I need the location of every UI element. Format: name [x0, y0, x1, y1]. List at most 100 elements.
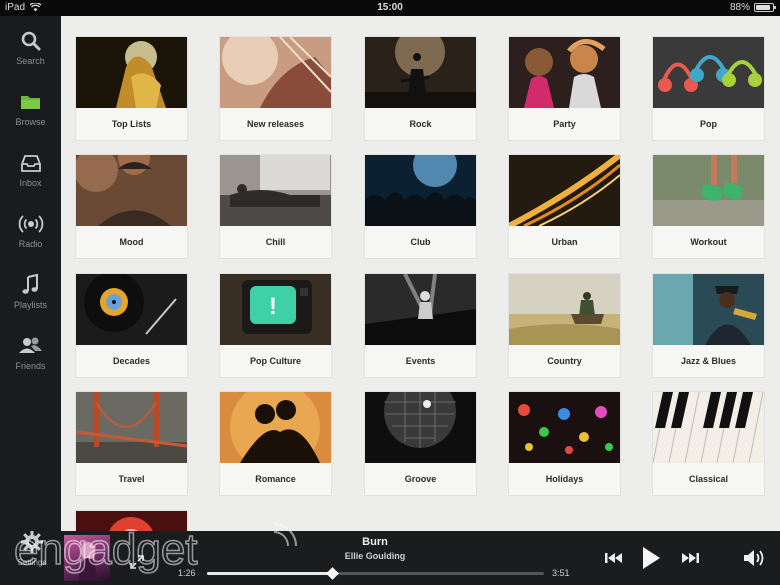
category-image [365, 392, 476, 463]
category-image [365, 155, 476, 226]
player-bar: Burn Ellie Goulding 1:26 3:51 [0, 531, 780, 585]
category-tile-chill[interactable]: Chill [220, 155, 331, 258]
category-tile-new-releases[interactable]: New releases [220, 37, 331, 140]
sidebar-item-playlists[interactable]: Playlists [0, 272, 61, 328]
category-label: Rock [409, 119, 432, 129]
category-image [76, 511, 187, 531]
category-tile-top-lists[interactable]: Top Lists [76, 37, 187, 140]
category-tile-workout[interactable]: Workout [653, 155, 764, 258]
friends-icon [18, 337, 42, 353]
category-image [365, 274, 476, 345]
battery-icon [754, 3, 776, 12]
category-tile-travel[interactable]: Travel [76, 392, 187, 495]
sidebar: Search Browse Inbox Radio Playlists Frie… [0, 16, 61, 531]
category-tile-party[interactable]: Party [509, 37, 620, 140]
category-image [509, 392, 620, 463]
browse-grid: Top Lists New releases Rock Party Pop Mood Chi… [61, 16, 780, 531]
category-label: Jazz & Blues [680, 356, 737, 366]
category-image [509, 274, 620, 345]
track-artist[interactable]: Ellie Goulding [260, 551, 490, 561]
sidebar-item-browse[interactable]: Browse [0, 89, 61, 145]
category-tile-holidays[interactable]: Holidays [509, 392, 620, 495]
category-tile-mood[interactable]: Mood [76, 155, 187, 258]
category-label: Top Lists [111, 119, 152, 129]
category-label: Chill [265, 237, 286, 247]
category-tile-events[interactable]: Events [365, 274, 476, 377]
category-image [76, 37, 187, 108]
previous-button[interactable] [604, 550, 624, 566]
progress-fill [207, 572, 332, 575]
progress-slider[interactable] [207, 567, 544, 580]
category-image [76, 392, 187, 463]
category-label: Workout [690, 237, 727, 247]
total-time: 3:51 [552, 568, 570, 578]
category-label: Groove [404, 474, 437, 484]
category-image [509, 37, 620, 108]
category-tile-decades[interactable]: Decades [76, 274, 187, 377]
category-tile-partial[interactable] [76, 511, 187, 531]
category-tile-groove[interactable]: Groove [365, 392, 476, 495]
category-label: Mood [119, 237, 144, 247]
category-label: Romance [255, 474, 296, 484]
sidebar-item-friends[interactable]: Friends [0, 333, 61, 389]
album-art-image [78, 541, 98, 581]
sidebar-item-label: Search [16, 56, 45, 66]
category-label: Pop Culture [250, 356, 301, 366]
category-tile-pop[interactable]: Pop [653, 37, 764, 140]
sidebar-item-inbox[interactable]: Inbox [0, 150, 61, 206]
category-image [220, 392, 331, 463]
category-label: Pop [700, 119, 717, 129]
sidebar-item-label: Playlists [13, 300, 47, 310]
category-image [220, 155, 331, 226]
status-time: 15:00 [377, 2, 403, 13]
category-tile-pop-culture[interactable]: ! Pop Culture [220, 274, 331, 377]
next-button[interactable] [680, 550, 700, 566]
sidebar-item-label: Radio [18, 239, 43, 249]
category-tile-country[interactable]: Country [509, 274, 620, 377]
progress-knob[interactable] [325, 567, 339, 580]
category-label: Decades [112, 356, 151, 366]
battery-percent: 88% [729, 2, 750, 13]
track-title: Burn [362, 536, 388, 548]
category-image [76, 274, 187, 345]
category-tile-urban[interactable]: Urban [509, 155, 620, 258]
category-image [653, 274, 764, 345]
inbox-icon [20, 155, 41, 172]
sidebar-item-settings[interactable]: Settings [12, 529, 52, 569]
category-image [365, 37, 476, 108]
fullscreen-icon[interactable] [128, 553, 146, 571]
folder-icon [20, 96, 40, 109]
category-tile-romance[interactable]: Romance [220, 392, 331, 495]
category-image [653, 155, 764, 226]
category-tile-jazz-and-blues[interactable]: Jazz & Blues [653, 274, 764, 377]
gear-icon [21, 531, 43, 553]
category-label: Country [547, 356, 582, 366]
category-image [76, 155, 187, 226]
category-image [509, 155, 620, 226]
category-label: Urban [551, 237, 578, 247]
sidebar-item-label: Browse [15, 117, 46, 127]
category-label: Classical [688, 474, 729, 484]
svg-text:!: ! [269, 293, 277, 320]
sidebar-item-radio[interactable]: Radio [0, 211, 61, 267]
category-label: Events [405, 356, 436, 366]
category-tile-rock[interactable]: Rock [365, 37, 476, 140]
radio-icon [18, 215, 43, 233]
category-image: ! [220, 274, 331, 345]
music-note-icon [22, 273, 38, 294]
category-tile-club[interactable]: Club [365, 155, 476, 258]
album-art[interactable] [64, 535, 110, 581]
category-tile-classical[interactable]: Classical [653, 392, 764, 495]
category-label: Travel [118, 474, 145, 484]
play-button[interactable] [640, 545, 662, 571]
status-bar: iPad 15:00 88% [0, 0, 780, 16]
sidebar-item-label: Inbox [19, 178, 42, 188]
search-icon [21, 31, 40, 51]
volume-icon[interactable] [742, 548, 768, 568]
category-label: Party [553, 119, 576, 129]
elapsed-time: 1:26 [178, 568, 196, 578]
category-image [220, 37, 331, 108]
sidebar-item-search[interactable]: Search [0, 28, 61, 84]
category-label: New releases [246, 119, 305, 129]
category-image [653, 392, 764, 463]
